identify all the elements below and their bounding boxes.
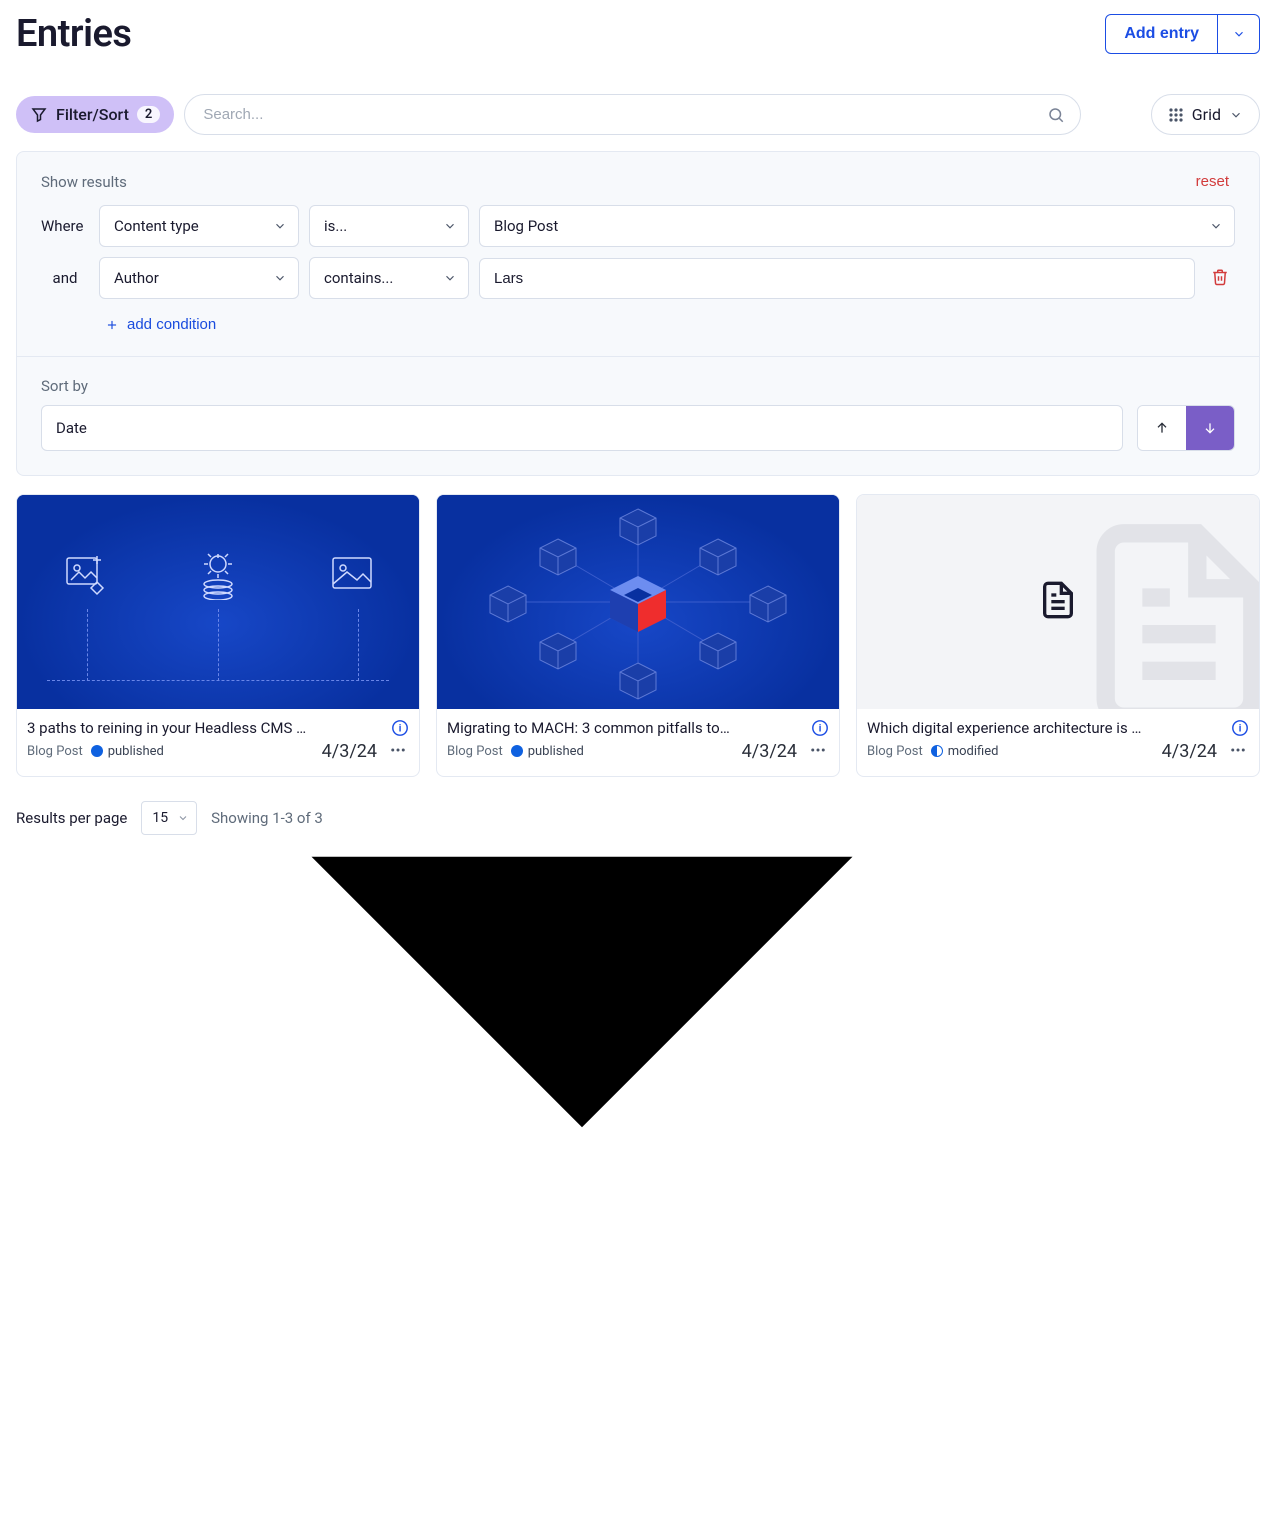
add-entry-dropdown[interactable] (1218, 14, 1260, 54)
condition-row: Where Content type is... Blog Post (41, 205, 1235, 247)
chevron-down-icon (1232, 27, 1246, 41)
condition-field-value: Author (99, 257, 299, 299)
trash-icon (1211, 268, 1229, 286)
condition-value-input[interactable] (479, 258, 1195, 299)
filter-sort-pill[interactable]: Filter/Sort 2 (16, 96, 174, 133)
page-title: Entries (16, 12, 131, 56)
gear-stack-icon (193, 550, 243, 600)
filter-count-badge: 2 (137, 106, 160, 123)
filter-sort-label: Filter/Sort (56, 105, 129, 124)
delete-condition-button[interactable] (1205, 267, 1235, 290)
view-mode-label: Grid (1192, 105, 1221, 124)
condition-connector: Where (41, 217, 89, 235)
sort-asc-button[interactable] (1138, 406, 1186, 450)
condition-value-select[interactable]: Blog Post (479, 205, 1235, 247)
plus-icon (105, 318, 119, 332)
entry-date: 4/3/24 (1162, 741, 1217, 762)
info-icon[interactable]: i (1231, 719, 1249, 737)
search-input[interactable] (184, 94, 1080, 135)
arrow-down-icon (1202, 420, 1218, 436)
sort-field-select[interactable]: Date (41, 405, 1123, 451)
condition-field-select[interactable]: Author (99, 257, 299, 299)
document-watermark-icon (1069, 515, 1259, 709)
image-add-icon (59, 550, 109, 600)
condition-value: Blog Post (479, 205, 1235, 247)
sort-desc-button[interactable] (1186, 406, 1234, 450)
condition-operator-select[interactable]: is... (309, 205, 469, 247)
show-results-label: Show results (41, 173, 127, 191)
search-field (184, 94, 1080, 135)
arrow-up-icon (1154, 420, 1170, 436)
search-icon (1047, 106, 1065, 124)
svg-text:i: i (1239, 723, 1242, 734)
condition-operator-value: contains... (309, 257, 469, 299)
condition-operator-value: is... (309, 205, 469, 247)
more-horizontal-icon (1229, 741, 1247, 759)
filter-sort-panel: Show results reset Where Content type is… (16, 151, 1260, 476)
condition-field-select[interactable]: Content type (99, 205, 299, 247)
results-per-page-select[interactable]: 15 (141, 801, 197, 835)
entry-more-button[interactable] (1227, 739, 1249, 764)
condition-connector: and (41, 269, 89, 287)
add-entry-button[interactable]: Add entry (1105, 14, 1218, 54)
add-condition-label: add condition (127, 316, 216, 333)
reset-filters-button[interactable]: reset (1190, 172, 1235, 191)
sort-direction-toggle (1137, 405, 1235, 451)
condition-field-value: Content type (99, 205, 299, 247)
chevron-down-icon (1229, 108, 1243, 122)
entry-thumbnail (437, 495, 839, 709)
add-condition-button[interactable]: add condition (99, 315, 222, 334)
condition-row: and Author contains... (41, 257, 1235, 299)
condition-operator-select[interactable]: contains... (309, 257, 469, 299)
entry-thumbnail (857, 495, 1259, 709)
grid-icon (1168, 107, 1184, 123)
sort-by-label: Sort by (41, 377, 1235, 395)
filter-icon (30, 106, 48, 124)
chevron-down-icon (177, 812, 189, 824)
image-icon (327, 550, 377, 600)
cubes-art-icon (437, 495, 839, 709)
sort-field-value: Date (41, 405, 1123, 451)
view-mode-toggle[interactable]: Grid (1151, 94, 1260, 135)
add-entry-group: Add entry (1105, 14, 1260, 54)
entry-thumbnail (17, 495, 419, 709)
